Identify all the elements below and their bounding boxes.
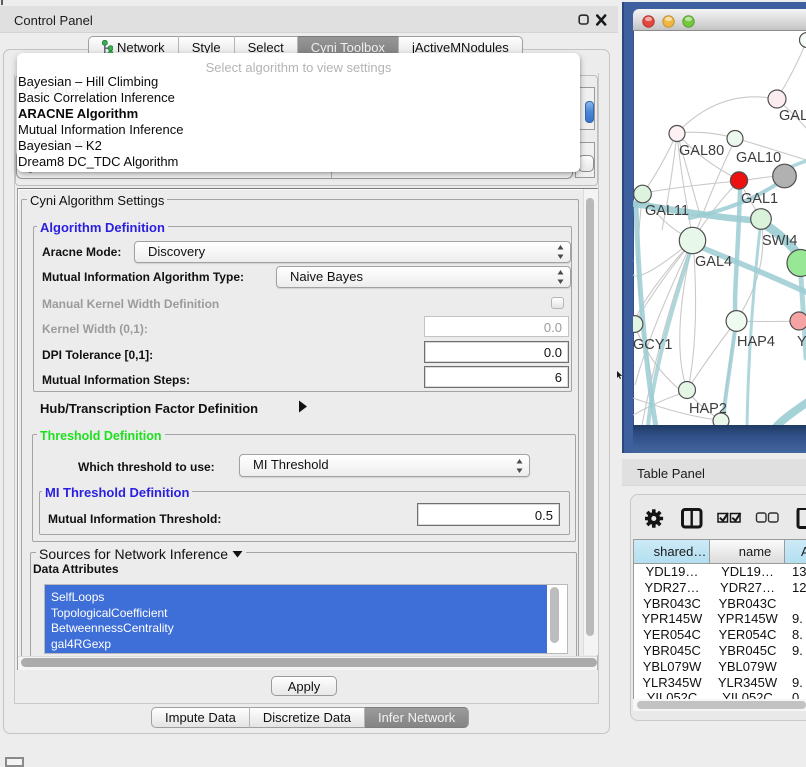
svg-text:Y: Y — [797, 334, 806, 350]
svg-text:HAP2: HAP2 — [689, 401, 727, 417]
svg-text:GAL…: GAL… — [779, 108, 806, 124]
svg-text:GAL10: GAL10 — [736, 150, 781, 166]
svg-text:GAL1: GAL1 — [741, 191, 778, 207]
svg-text:SWI4: SWI4 — [762, 233, 797, 249]
svg-text:GAL80: GAL80 — [679, 143, 724, 159]
svg-text:GAL4: GAL4 — [695, 254, 732, 270]
svg-text:GCY1: GCY1 — [633, 337, 673, 353]
svg-text:GAL11: GAL11 — [645, 203, 689, 219]
svg-text:HAP4: HAP4 — [737, 334, 775, 350]
